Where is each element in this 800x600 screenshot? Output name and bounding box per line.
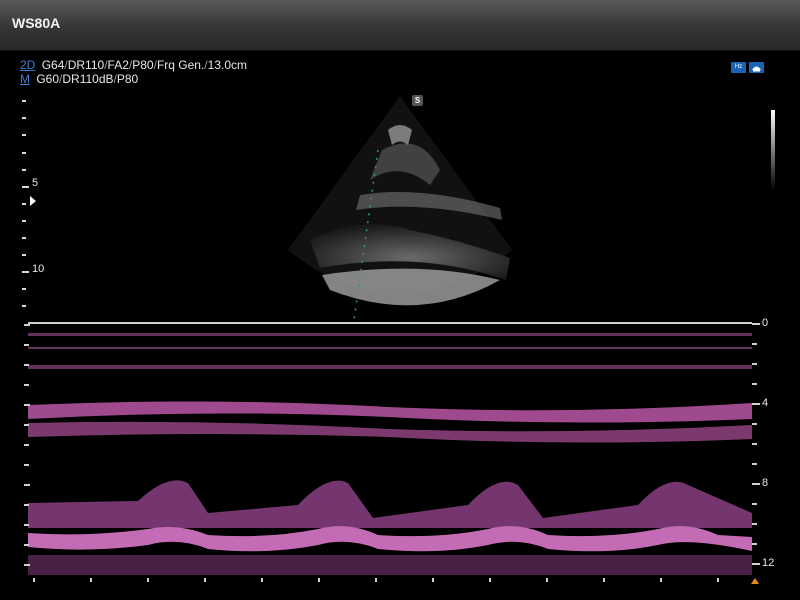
mmode-panel bbox=[28, 322, 752, 586]
param-m-power: P80 bbox=[116, 72, 139, 86]
imaging-parameters: 2D G64/DR110/FA2/P80/Frq Gen./13.0cm M G… bbox=[20, 58, 247, 86]
param-2d-power: P80 bbox=[132, 58, 154, 72]
mdepth-label-0: 0 bbox=[762, 317, 769, 329]
heart-probe-icon[interactable] bbox=[749, 62, 764, 73]
sector-image bbox=[288, 96, 512, 321]
app-title: WS80A bbox=[12, 15, 61, 31]
sweep-position-marker[interactable] bbox=[751, 578, 759, 584]
depth-label-5: 5 bbox=[32, 177, 39, 189]
probe-orientation-marker: S bbox=[412, 95, 423, 106]
param-2d-gain: G64 bbox=[41, 58, 65, 72]
param-m-dr: DR110dB bbox=[62, 72, 114, 86]
mdepth-label-4: 4 bbox=[762, 397, 769, 409]
param-2d-dr: DR110 bbox=[67, 58, 105, 72]
mode-m-label[interactable]: M bbox=[20, 72, 30, 86]
focus-marker[interactable] bbox=[30, 196, 36, 206]
mode-2d-label[interactable]: 2D bbox=[20, 58, 35, 72]
hz-badge[interactable]: Hz bbox=[731, 62, 746, 73]
param-2d-fa: FA2 bbox=[107, 58, 129, 72]
params-2d-line: 2D G64/DR110/FA2/P80/Frq Gen./13.0cm bbox=[20, 58, 247, 72]
hz-badge-label: Hz bbox=[734, 64, 743, 70]
depth-label-10: 10 bbox=[32, 263, 45, 275]
params-m-line: M G60/DR110dB/P80 bbox=[20, 72, 139, 86]
grayscale-bar bbox=[771, 110, 775, 190]
mmode-time-ticks bbox=[33, 578, 719, 582]
mdepth-label-8: 8 bbox=[762, 477, 769, 489]
mmode-left-ticks bbox=[24, 324, 30, 566]
mdepth-label-12: 12 bbox=[762, 557, 775, 569]
param-2d-depth: 13.0cm bbox=[207, 58, 247, 72]
orientation-marker-label: S bbox=[414, 96, 421, 105]
title-bar: WS80A bbox=[0, 0, 800, 51]
param-m-gain: G60 bbox=[36, 72, 60, 86]
mmode-right-ticks bbox=[752, 323, 760, 565]
param-2d-freq: Frq Gen. bbox=[156, 58, 205, 72]
